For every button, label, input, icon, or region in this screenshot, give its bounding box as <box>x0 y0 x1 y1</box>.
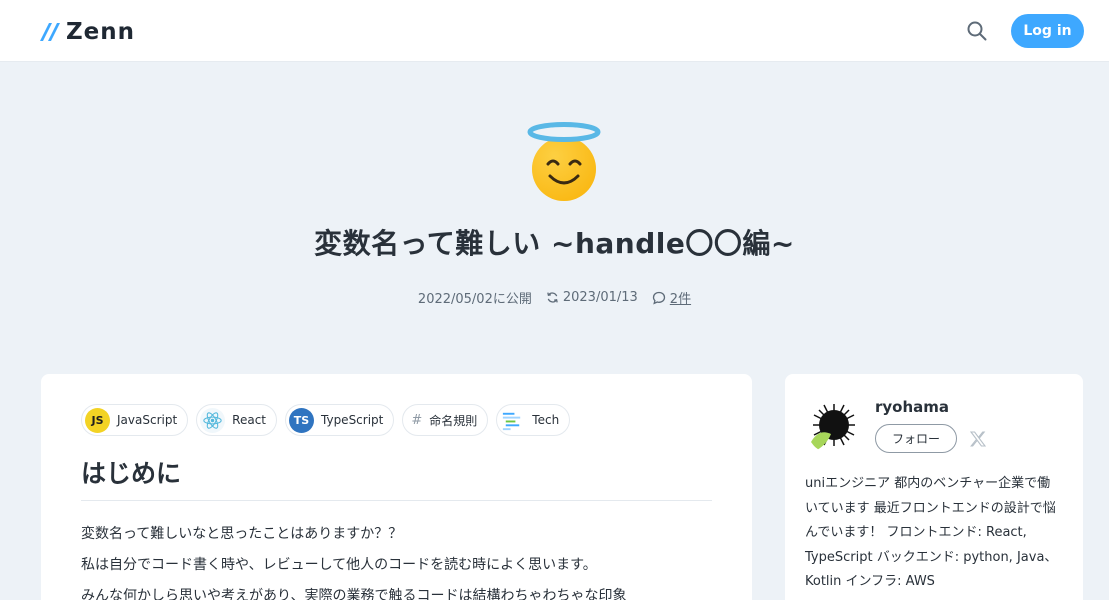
search-icon <box>967 21 987 41</box>
paragraph: みんな何かしら思いや考えがあり、実際の業務で触るコードは結構わちゃわちゃな印象 <box>81 588 627 600</box>
topic-tech[interactable]: Tech <box>496 404 571 436</box>
topic-label: TypeScript <box>321 413 384 427</box>
refresh-icon <box>547 292 558 303</box>
article-meta: 2022/05/02に公開 2023/01/13 2件 <box>0 288 1109 307</box>
follow-button[interactable]: フォロー <box>875 424 957 453</box>
topic-label: JavaScript <box>117 413 178 427</box>
typescript-icon: TS <box>289 407 314 433</box>
topic-label: React <box>232 413 266 427</box>
topic-label: Tech <box>532 413 560 427</box>
paragraph: 私は自分でコード書く時や、レビューして他人のコードを読む時によく思います。 <box>81 557 597 573</box>
comments-group[interactable]: 2件 <box>652 288 691 307</box>
javascript-icon: JS <box>85 407 110 433</box>
react-icon <box>200 407 226 433</box>
topic-javascript[interactable]: JS JavaScript <box>81 404 189 436</box>
updated-date-group: 2023/01/13 <box>546 290 638 305</box>
site-header: Zenn Log in <box>0 0 1109 62</box>
author-bio: uniエンジニア 都内のベンチャー企業で働いています 最近フロントエンドの設計で… <box>805 476 1058 589</box>
published-date: 2022/05/02に公開 <box>417 292 532 307</box>
login-button[interactable]: Log in <box>1011 14 1084 48</box>
author-actions: フォロー <box>875 424 987 453</box>
logo-text: Zenn <box>66 19 136 45</box>
avatar[interactable] <box>805 396 863 454</box>
smiling-face-with-halo-icon <box>527 122 601 201</box>
x-twitter-icon[interactable] <box>969 430 987 448</box>
topic-typescript[interactable]: TS TypeScript <box>285 404 395 436</box>
article-body: JS JavaScript React TS TypeScript # 命名規則 <box>41 374 752 600</box>
topic-label: 命名規則 <box>429 413 478 428</box>
zenn-logo[interactable]: Zenn <box>40 19 135 45</box>
topic-naming[interactable]: # 命名規則 <box>402 404 489 436</box>
comments-link[interactable]: 2件 <box>670 288 691 307</box>
author-header: ryohama フォロー <box>805 396 1063 454</box>
author-info: ryohama フォロー <box>875 396 987 454</box>
tech-icon <box>503 412 521 430</box>
hash-icon: # <box>411 412 423 428</box>
updated-date: 2023/01/13 <box>562 290 638 305</box>
author-card: ryohama フォロー uniエンジニア 都内のベンチャー企業で働いています … <box>785 374 1083 600</box>
zenn-logo-icon <box>40 23 60 41</box>
comment-icon <box>652 291 665 305</box>
topic-react[interactable]: React <box>196 404 277 436</box>
author-name[interactable]: ryohama <box>875 398 987 416</box>
topic-list: JS JavaScript React TS TypeScript # 命名規則 <box>81 404 712 436</box>
article-title: 変数名って難しい ~handle〇〇編~ <box>314 227 795 260</box>
paragraph: 変数名って難しいなと思ったことはありますか？？ <box>81 526 403 542</box>
search-button[interactable] <box>966 20 988 42</box>
section-heading: はじめに <box>81 454 712 501</box>
